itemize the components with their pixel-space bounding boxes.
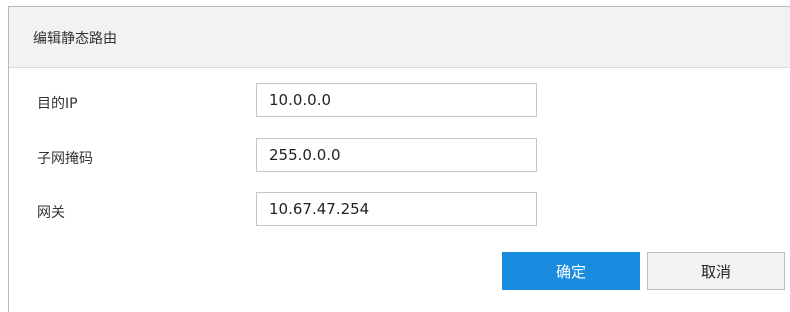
cancel-button[interactable]: 取消 [647, 252, 785, 290]
subnet-mask-label: 子网掩码 [37, 151, 93, 167]
gateway-input[interactable] [256, 192, 537, 226]
edit-static-route-dialog: 编辑静态路由 目的IP 子网掩码 网关 确定 取消 [8, 6, 790, 312]
dest-ip-input[interactable] [256, 83, 537, 117]
gateway-label: 网关 [37, 205, 65, 221]
dest-ip-label: 目的IP [37, 96, 78, 112]
dialog-title: 编辑静态路由 [33, 31, 117, 47]
confirm-button[interactable]: 确定 [502, 252, 640, 290]
subnet-mask-input[interactable] [256, 138, 537, 172]
dialog-header: 编辑静态路由 [9, 7, 790, 68]
